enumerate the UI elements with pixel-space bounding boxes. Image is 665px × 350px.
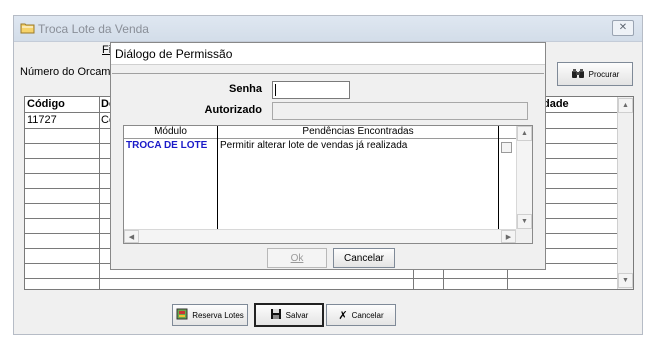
window-title: Troca Lote da Venda: [38, 22, 149, 36]
grid-header-quantidade: dade: [543, 98, 569, 110]
dialog-title: Diálogo de Permissão: [115, 47, 233, 61]
ok-button[interactable]: Ok: [267, 248, 327, 268]
close-icon: ✕: [618, 22, 628, 33]
scroll-right-icon[interactable]: ▶: [501, 230, 516, 243]
row-codigo: 11727: [27, 114, 57, 126]
search-button[interactable]: Procurar: [557, 62, 633, 86]
main-titlebar: Troca Lote da Venda ✕: [14, 16, 642, 42]
save-button-label: Salvar: [285, 310, 309, 320]
permission-list[interactable]: Módulo Pendências Encontradas TROCA DE L…: [123, 125, 533, 244]
header-pending: Pendências Encontradas: [302, 126, 414, 137]
scroll-up-icon[interactable]: ▲: [618, 98, 633, 113]
scroll-left-icon[interactable]: ◀: [124, 230, 139, 243]
dialog-titlebar: Diálogo de Permissão: [111, 43, 545, 65]
scroll-up-icon[interactable]: ▲: [517, 126, 532, 141]
budget-number-label: Número do Orcamen: [20, 66, 123, 78]
password-label: Senha: [228, 83, 262, 95]
floppy-disk-icon: [270, 308, 282, 322]
save-button[interactable]: Salvar: [254, 303, 324, 327]
authorized-label: Autorizado: [204, 104, 262, 116]
permission-module: TROCA DE LOTE: [126, 140, 208, 151]
grid-row-line: [25, 278, 617, 279]
close-button[interactable]: ✕: [612, 20, 634, 36]
dialog-credentials: Senha Autorizado: [112, 73, 544, 123]
cancel-x-icon: ✗: [338, 309, 348, 322]
folder-icon: [20, 21, 35, 34]
scroll-down-icon[interactable]: ▼: [517, 214, 532, 229]
dialog-cancel-label: Cancelar: [343, 252, 385, 264]
grid-header-codigo: Código: [27, 98, 65, 110]
scrollbar-corner: [516, 229, 532, 243]
password-field[interactable]: [272, 81, 350, 99]
reserve-lots-label: Reserva Lotes: [192, 310, 244, 320]
text-caret: [275, 84, 276, 96]
list-item[interactable]: TROCA DE LOTE Permitir alterar lote de v…: [124, 140, 516, 153]
permission-description: Permitir alterar lote de vendas já reali…: [220, 140, 408, 151]
reserve-icon: [176, 308, 188, 322]
cancel-button-label: Cancelar: [351, 310, 384, 320]
authorized-field: [272, 102, 528, 120]
binoculars-icon: [571, 68, 585, 81]
permission-list-header: Módulo Pendências Encontradas: [124, 126, 516, 139]
list-horizontal-scrollbar[interactable]: ◀ ▶: [124, 229, 516, 243]
list-vertical-scrollbar[interactable]: ▲ ▼: [516, 126, 532, 229]
grid-vertical-scrollbar[interactable]: ▲ ▼: [617, 97, 633, 289]
search-button-label: Procurar: [588, 69, 620, 79]
scroll-down-icon[interactable]: ▼: [618, 273, 633, 288]
header-module: Módulo: [154, 126, 187, 137]
permission-checkbox[interactable]: [501, 142, 512, 153]
cancel-button[interactable]: ✗ Cancelar: [326, 304, 396, 326]
permission-dialog: Diálogo de Permissão Senha Autorizado Mó…: [110, 42, 546, 270]
dialog-cancel-button[interactable]: Cancelar: [333, 248, 395, 268]
reserve-lots-button[interactable]: Reserva Lotes: [172, 304, 248, 326]
ok-button-label: Ok: [290, 252, 304, 264]
